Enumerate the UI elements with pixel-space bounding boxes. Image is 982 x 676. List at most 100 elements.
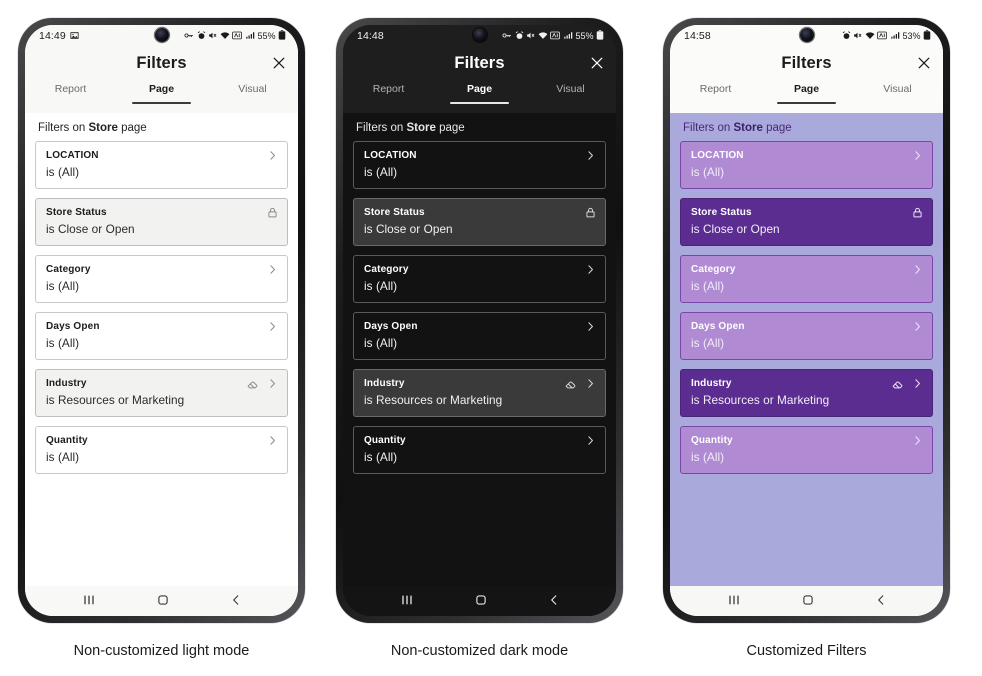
filter-card[interactable]: Days Open is (All) [353, 312, 606, 360]
chevron-right-icon[interactable] [911, 434, 924, 447]
lock-icon[interactable] [911, 206, 924, 219]
filter-card-value: is Resources or Marketing [691, 393, 830, 407]
mute-icon [853, 31, 862, 42]
filter-card-value: is Resources or Marketing [364, 393, 503, 407]
nav-back-button[interactable] [229, 593, 243, 607]
filter-card[interactable]: Category is (All) [353, 255, 606, 303]
filter-card[interactable]: Industry is Resources or Marketing [353, 369, 606, 417]
filter-card-title: Store Status [364, 207, 425, 218]
filters-subtitle-page: Store [406, 122, 436, 134]
filters-subtitle: Filters on Store page [353, 113, 606, 141]
signal-icon [245, 31, 255, 42]
status-clock: 14:48 [357, 30, 384, 42]
wifi-icon [538, 31, 548, 42]
battery-percent: 55% [257, 31, 276, 41]
nav-recents-button[interactable] [399, 593, 415, 607]
filter-card-value: is (All) [46, 279, 80, 293]
eraser-icon[interactable] [891, 377, 904, 390]
filters-subtitle: Filters on Store page [680, 113, 933, 141]
filter-card[interactable]: Store Status is Close or Open [35, 198, 288, 246]
filter-card[interactable]: Industry is Resources or Marketing [35, 369, 288, 417]
chevron-right-icon[interactable] [266, 377, 279, 390]
filter-card[interactable]: Category is (All) [35, 255, 288, 303]
tab-report[interactable]: Report [343, 83, 434, 104]
chevron-right-icon[interactable] [911, 320, 924, 333]
chevron-right-icon[interactable] [911, 377, 924, 390]
chevron-right-icon[interactable] [584, 263, 597, 276]
close-icon[interactable] [915, 54, 933, 72]
chevron-right-icon[interactable] [266, 263, 279, 276]
filter-card[interactable]: LOCATION is (All) [35, 141, 288, 189]
nav-home-button[interactable] [801, 593, 815, 607]
filter-card[interactable]: Days Open is (All) [680, 312, 933, 360]
tab-visual[interactable]: Visual [525, 83, 616, 104]
filter-card[interactable]: Industry is Resources or Marketing [680, 369, 933, 417]
status-bar-left: 14:48 [357, 30, 384, 42]
tab-active-underline [777, 102, 836, 104]
close-icon[interactable] [270, 54, 288, 72]
filter-card[interactable]: Days Open is (All) [35, 312, 288, 360]
filter-card-value: is (All) [364, 279, 398, 293]
chevron-right-icon[interactable] [266, 149, 279, 162]
battery-icon [923, 30, 931, 42]
filters-subtitle-prefix: Filters on [38, 122, 89, 134]
filter-card-value: is (All) [364, 336, 398, 350]
nav-back-button[interactable] [547, 593, 561, 607]
filter-card[interactable]: Store Status is Close or Open [680, 198, 933, 246]
tab-page[interactable]: Page [434, 83, 525, 104]
filter-card[interactable]: LOCATION is (All) [680, 141, 933, 189]
filter-card[interactable]: Quantity is (All) [680, 426, 933, 474]
vpn-key-icon [184, 31, 194, 42]
lock-icon[interactable] [266, 206, 279, 219]
filter-card-icons [266, 320, 279, 333]
filter-card-icons [584, 434, 597, 447]
chevron-right-icon[interactable] [584, 320, 597, 333]
status-clock: 14:49 [39, 30, 66, 42]
chevron-right-icon[interactable] [584, 149, 597, 162]
nav-recents-button[interactable] [726, 593, 742, 607]
chevron-right-icon[interactable] [911, 263, 924, 276]
close-icon[interactable] [588, 54, 606, 72]
filter-card[interactable]: LOCATION is (All) [353, 141, 606, 189]
mute-icon [526, 31, 535, 42]
tab-report[interactable]: Report [670, 83, 761, 104]
tab-label: Page [148, 83, 175, 95]
chevron-right-icon[interactable] [266, 434, 279, 447]
nav-back-button[interactable] [874, 593, 888, 607]
nav-home-button[interactable] [156, 593, 170, 607]
tab-label: Visual [556, 83, 585, 95]
eraser-icon[interactable] [564, 377, 577, 390]
eraser-icon[interactable] [246, 377, 259, 390]
tab-label: Report [372, 83, 405, 95]
tab-visual[interactable]: Visual [207, 83, 298, 104]
filter-card[interactable]: Category is (All) [680, 255, 933, 303]
nav-home-button[interactable] [474, 593, 488, 607]
filter-card[interactable]: Quantity is (All) [35, 426, 288, 474]
chevron-right-icon[interactable] [584, 377, 597, 390]
tab-visual[interactable]: Visual [852, 83, 943, 104]
chevron-right-icon[interactable] [266, 320, 279, 333]
front-camera-punchhole [799, 28, 814, 42]
mute-icon [208, 31, 217, 42]
tab-report[interactable]: Report [25, 83, 116, 104]
status-clock: 14:58 [684, 30, 711, 42]
image-icon [70, 31, 79, 42]
filter-card-title: LOCATION [691, 150, 744, 161]
filter-card-value: is (All) [364, 165, 398, 179]
screenshot-canvas: 14:49 55% Filters Report Page Visual Filters o… [0, 0, 982, 676]
tab-page[interactable]: Page [116, 83, 207, 104]
tab-label: Page [466, 83, 493, 95]
nav-recents-button[interactable] [81, 593, 97, 607]
filter-card[interactable]: Store Status is Close or Open [353, 198, 606, 246]
chevron-right-icon[interactable] [911, 149, 924, 162]
chevron-right-icon[interactable] [584, 434, 597, 447]
filter-card[interactable]: Quantity is (All) [353, 426, 606, 474]
filter-card-title: Category [46, 264, 91, 275]
tab-page[interactable]: Page [761, 83, 852, 104]
lock-icon[interactable] [584, 206, 597, 219]
phone-screen: 14:49 55% Filters Report Page Visual Filters o… [25, 25, 298, 616]
alarm-icon [197, 30, 206, 42]
wifi-icon [220, 31, 230, 42]
filter-card-title: LOCATION [364, 150, 417, 161]
alarm-icon [842, 30, 851, 42]
